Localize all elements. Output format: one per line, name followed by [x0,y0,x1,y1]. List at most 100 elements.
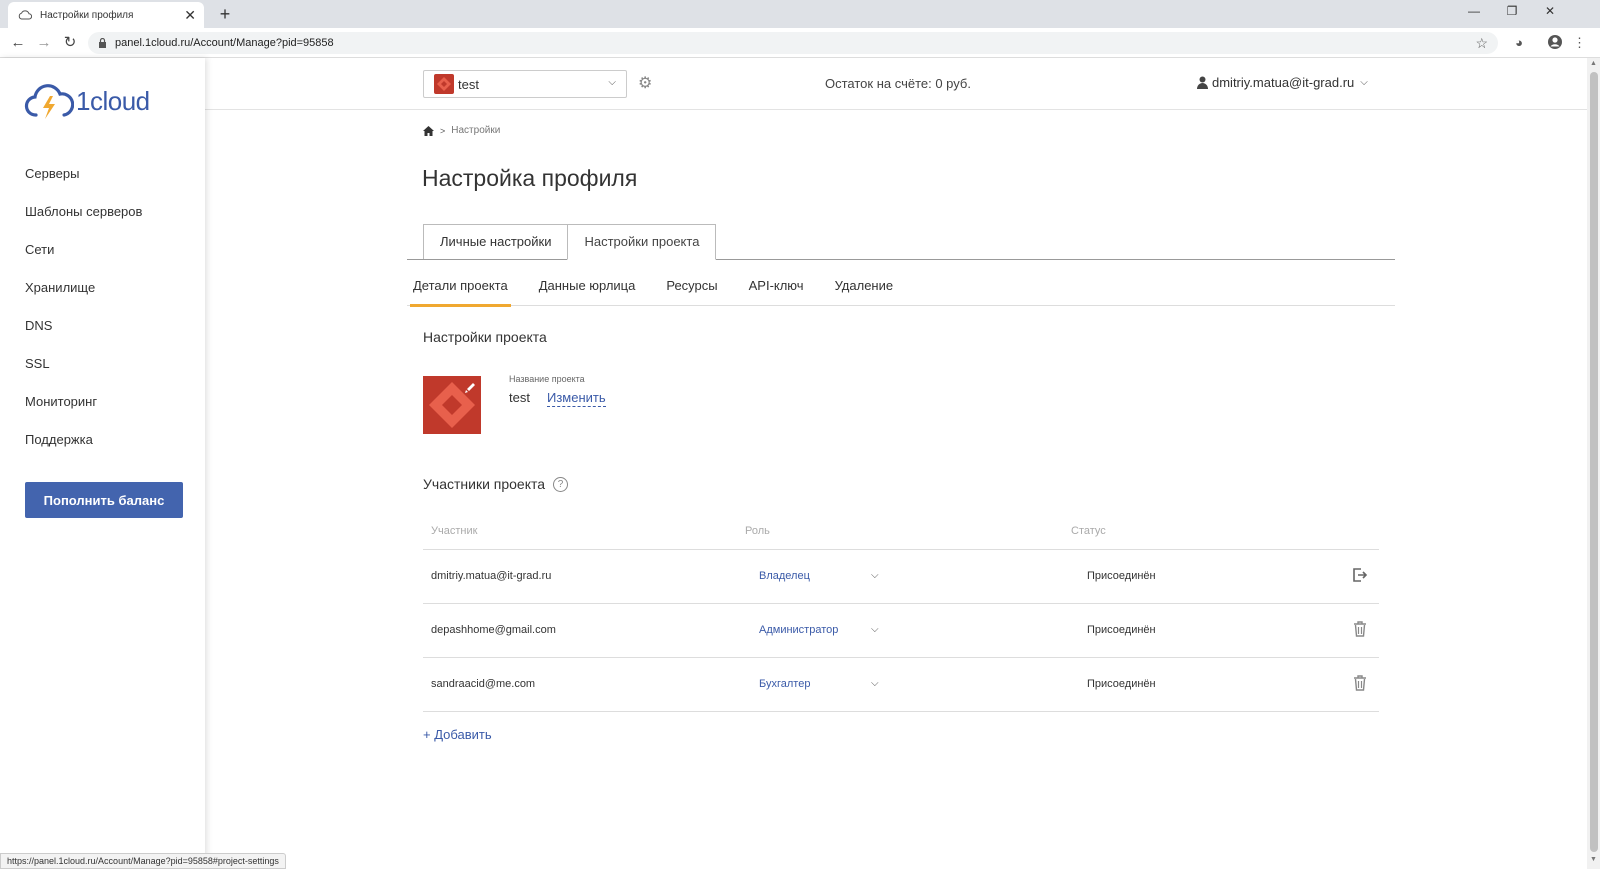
scrollbar-thumb[interactable] [1590,72,1598,852]
subtab-resources[interactable]: Ресурсы [663,276,720,306]
scroll-up-icon[interactable]: ▲ [1587,60,1600,67]
scroll-down-icon[interactable]: ▼ [1587,856,1600,863]
sidebar-item-servers[interactable]: Серверы [25,164,142,202]
add-member-button[interactable]: + Добавить [423,727,492,742]
sidebar-item-monitoring[interactable]: Мониторинг [25,392,142,430]
role-value: Бухгалтер [759,678,811,690]
forward-icon[interactable]: → [34,33,54,53]
chevron-down-icon: ⌵ [871,570,879,581]
page-title: Настройка профиля [422,165,638,191]
project-avatar-icon [434,74,454,94]
breadcrumb-current[interactable]: Настройки [451,125,500,136]
logo-text: 1cloud [76,85,150,116]
member-email: dmitriy.matua@it-grad.ru [431,570,552,582]
balance-text: Остаток на счёте: 0 руб. [825,76,971,91]
cloud-lightning-icon [24,84,74,119]
members-title-text: Участники проекта [423,476,546,492]
browser-toolbar: ← → ↻ panel.1cloud.ru/Account/Manage?pid… [0,28,1600,58]
chevron-right-icon: > [440,125,446,136]
status-bar-url: https://panel.1cloud.ru/Account/Manage?p… [0,853,286,869]
topup-balance-button[interactable]: Пополнить баланс [25,482,183,518]
members-table: Участник Роль Статус dmitriy.matua@it-gr… [423,518,1379,712]
header: test ⌵ ⚙ Остаток на счёте: 0 руб. dmitri… [205,58,1587,110]
tab-personal-settings[interactable]: Личные настройки [423,224,569,260]
table-row: depashhome@gmail.com Администратор ⌵ При… [423,604,1379,658]
home-icon[interactable] [423,125,434,136]
new-tab-icon[interactable]: + [214,3,236,25]
subtab-api-key[interactable]: API-ключ [746,276,807,306]
members-title: Участники проекта ? [423,476,569,492]
scrollbar[interactable]: ▲ ▼ [1587,58,1600,869]
chevron-down-icon: ⌵ [871,678,879,689]
subtab-legal-entity[interactable]: Данные юрлица [536,276,639,306]
member-status: Присоединён [1087,570,1156,582]
user-email: dmitriy.matua@it-grad.ru [1212,75,1355,90]
project-selector-label: test [458,76,479,92]
lock-icon [99,38,106,48]
tab-project-settings[interactable]: Настройки проекта [567,224,717,260]
role-value: Администратор [759,624,839,636]
browser-menu-icon[interactable]: ⋮ [1573,34,1586,52]
tabs-divider [407,259,1395,260]
member-status: Присоединён [1087,678,1156,690]
sidebar-item-storage[interactable]: Хранилище [25,278,142,316]
url-text: panel.1cloud.ru/Account/Manage?pid=95858 [115,37,334,49]
member-email: depashhome@gmail.com [431,624,556,636]
minimize-icon[interactable]: — [1464,4,1484,18]
restore-icon[interactable]: ❐ [1502,4,1522,18]
sidebar-item-server-templates[interactable]: Шаблоны серверов [25,202,142,240]
member-status: Присоединён [1087,624,1156,636]
main-content: > Настройки Настройка профиля Личные нас… [205,110,1587,869]
trash-icon[interactable] [1351,620,1369,638]
bookmark-star-icon[interactable]: ☆ [1475,35,1488,52]
extension-icon[interactable]: ◕ [1510,34,1528,52]
leave-icon[interactable] [1351,566,1369,584]
column-status: Статус [1071,525,1106,537]
profile-icon[interactable] [1546,34,1564,52]
table-row: dmitriy.matua@it-grad.ru Владелец ⌵ Прис… [423,550,1379,604]
chevron-down-icon: ⌵ [1360,77,1368,88]
sidebar-item-ssl[interactable]: SSL [25,354,142,392]
project-settings-title: Настройки проекта [423,329,547,345]
chevron-down-icon: ⌵ [608,77,616,88]
edit-project-name-link[interactable]: Изменить [547,390,606,407]
project-selector[interactable]: test ⌵ [423,70,627,98]
member-email: sandraacid@me.com [431,678,536,690]
sidebar-item-networks[interactable]: Сети [25,240,142,278]
subtab-project-details[interactable]: Детали проекта [410,276,511,307]
role-value: Владелец [759,570,810,582]
sidebar-item-dns[interactable]: DNS [25,316,142,354]
tab-title: Настройки профиля [40,9,134,21]
project-subtabs: Детали проекта Данные юрлица Ресурсы API… [407,276,1395,307]
breadcrumb: > Настройки [423,125,500,136]
table-header: Участник Роль Статус [423,518,1379,550]
sidebar-item-support[interactable]: Поддержка [25,430,142,468]
table-row: sandraacid@me.com Бухгалтер ⌵ Присоединё… [423,658,1379,712]
address-bar[interactable]: panel.1cloud.ru/Account/Manage?pid=95858… [88,32,1498,54]
sidebar: 1cloud Серверы Шаблоны серверов Сети Хра… [0,58,205,869]
user-icon [1197,76,1208,89]
logo[interactable]: 1cloud [24,82,150,120]
window-close-icon[interactable]: ✕ [1540,4,1560,18]
project-name-value: test [509,390,530,405]
user-menu[interactable]: dmitriy.matua@it-grad.ru ⌵ [1197,75,1368,90]
project-name-label: Название проекта [509,374,585,384]
subtab-delete[interactable]: Удаление [832,276,897,306]
help-icon[interactable]: ? [553,476,569,492]
project-avatar[interactable] [423,376,481,434]
profile-tabs: Личные настройки Настройки проекта [423,224,717,260]
column-member: Участник [431,525,478,537]
sidebar-menu: Серверы Шаблоны серверов Сети Хранилище … [25,164,142,468]
chevron-down-icon: ⌵ [871,624,879,635]
cloud-icon [18,10,32,20]
role-select[interactable]: Бухгалтер ⌵ [759,678,879,690]
role-select[interactable]: Администратор ⌵ [759,624,879,636]
trash-icon[interactable] [1351,674,1369,692]
gear-icon[interactable]: ⚙ [638,73,652,93]
role-select[interactable]: Владелец ⌵ [759,570,879,582]
reload-icon[interactable]: ↻ [60,33,80,53]
close-tab-icon[interactable]: ✕ [184,7,196,24]
browser-tab[interactable]: Настройки профиля ✕ [8,2,204,28]
browser-tabbar: Настройки профиля ✕ + — ❐ ✕ [0,0,1600,28]
back-icon[interactable]: ← [8,33,28,53]
